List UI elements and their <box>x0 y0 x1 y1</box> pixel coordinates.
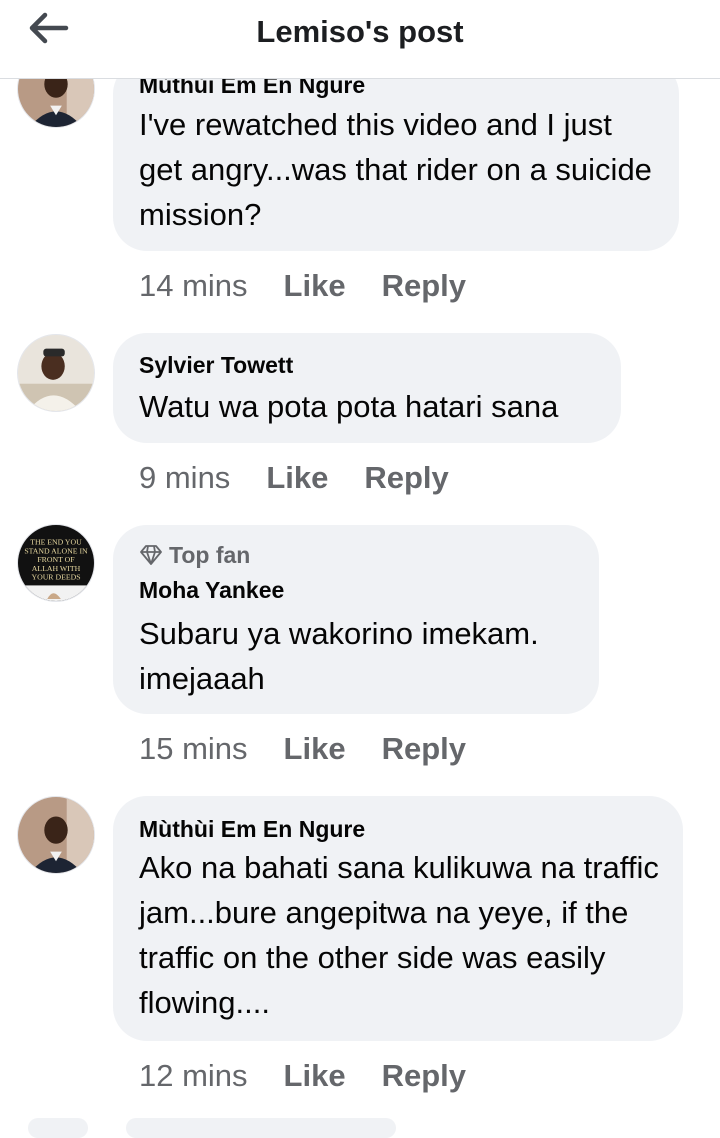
comment-time: 12 mins <box>139 1058 248 1093</box>
comment-text: Watu wa pota pota hatari sana <box>139 389 559 424</box>
comment-author[interactable]: Moha Yankee <box>139 577 284 604</box>
svg-text:YOUR DEEDS: YOUR DEEDS <box>31 573 80 582</box>
comment-time: 15 mins <box>139 731 248 766</box>
comment-actions: 12 mins Like Reply <box>139 1058 502 1094</box>
reply-button[interactable]: Reply <box>382 268 466 304</box>
diamond-icon <box>140 545 162 565</box>
like-button[interactable]: Like <box>284 1058 346 1094</box>
comment-actions: 9 mins Like Reply <box>139 460 485 496</box>
comment-author[interactable]: Sylvier Towett <box>139 352 293 379</box>
like-button[interactable]: Like <box>284 731 346 767</box>
svg-text:STAND ALONE IN: STAND ALONE IN <box>24 546 88 555</box>
like-button[interactable]: Like <box>284 268 346 304</box>
top-fan-badge: Top fan <box>139 542 250 569</box>
svg-text:FRONT OF: FRONT OF <box>37 555 75 564</box>
comment-bubble: Mùthùi Em En Ngure Ako na bahati sana ku… <box>113 796 683 1041</box>
comment-text: Subaru ya wakorino imekam. imejaaah <box>139 616 539 696</box>
page-title: Lemiso's post <box>256 14 464 49</box>
comment-time: 14 mins <box>139 268 248 303</box>
avatar-caption: THE END YOU <box>30 537 82 546</box>
badge-label: Top fan <box>169 542 251 568</box>
next-comment-avatar <box>28 1118 88 1138</box>
next-comment-bubble <box>126 1118 396 1138</box>
avatar[interactable]: THE END YOU STAND ALONE IN FRONT OF ALLA… <box>17 524 95 602</box>
comment-author[interactable]: Mùthùi Em En Ngure <box>139 816 365 843</box>
comment-text: Ako na bahati sana kulikuwa na traffic j… <box>139 850 659 1020</box>
reply-button[interactable]: Reply <box>364 460 448 496</box>
comment-bubble: Top fan Moha Yankee Subaru ya wakorino i… <box>113 525 599 714</box>
avatar[interactable] <box>17 334 95 412</box>
comment-actions: 15 mins Like Reply <box>139 731 502 767</box>
reply-button[interactable]: Reply <box>382 731 466 767</box>
comment-text: I've rewatched this video and I just get… <box>139 107 652 232</box>
comment-bubble: Sylvier Towett Watu wa pota pota hatari … <box>113 333 621 443</box>
like-button[interactable]: Like <box>266 460 328 496</box>
avatar[interactable] <box>17 796 95 874</box>
svg-text:ALLAH WITH: ALLAH WITH <box>32 564 81 573</box>
comment-time: 9 mins <box>139 460 231 495</box>
reply-button[interactable]: Reply <box>382 1058 466 1094</box>
top-bar: Lemiso's post <box>0 0 720 79</box>
comment-actions: 14 mins Like Reply <box>139 268 502 304</box>
comment-bubble: Mùthùi Em En Ngure I've rewatched this v… <box>113 60 679 251</box>
